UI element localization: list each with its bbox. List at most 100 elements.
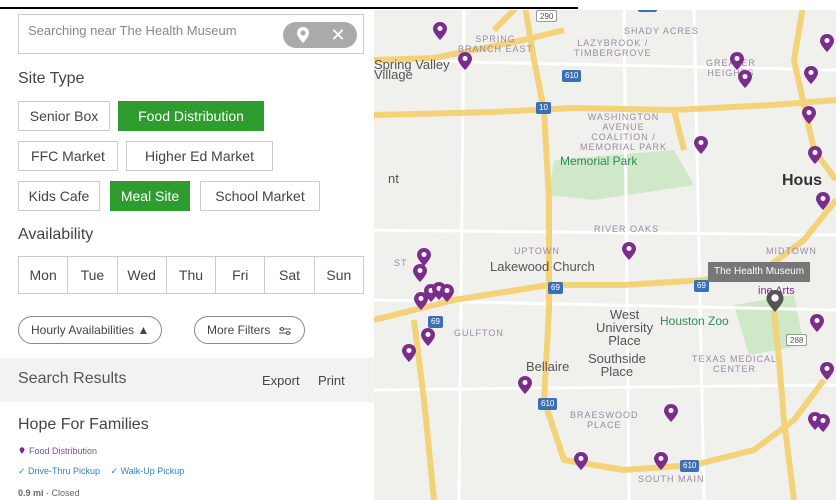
site-pin-icon[interactable] — [413, 264, 427, 282]
shield-10: 10 — [536, 102, 551, 114]
more-filters-button[interactable]: More Filters — [194, 316, 305, 344]
site-pin-icon[interactable] — [414, 292, 428, 310]
result-type-label: Food Distribution — [29, 446, 98, 456]
search-results-header: Search Results Export Print — [0, 358, 374, 402]
search-input[interactable] — [28, 23, 278, 38]
result-meta: 0.9 mi · Closed — [18, 488, 80, 498]
shield-610-southwest: 610 — [538, 398, 558, 410]
shield-288: 288 — [786, 334, 808, 346]
result-name[interactable]: Hope For Families — [18, 416, 149, 434]
map-label-spring-valley: Spring Valley Village — [374, 57, 450, 82]
chip-ffc-market[interactable]: FFC Market — [18, 141, 118, 171]
day-fri[interactable]: Fri — [216, 257, 266, 293]
chip-school-market[interactable]: School Market — [200, 181, 320, 211]
location-pin-icon[interactable] — [293, 25, 313, 45]
site-pin-icon[interactable] — [730, 52, 744, 70]
hourly-availabilities-button[interactable]: Hourly Availabilities ▲ — [18, 316, 163, 344]
chip-food-distribution[interactable]: Food Distribution — [118, 101, 264, 131]
map-label-lakewood: Lakewood Church — [490, 259, 595, 274]
site-pin-icon[interactable] — [518, 376, 532, 394]
map-label-uptown: UPTOWN — [514, 246, 560, 256]
site-pin-icon[interactable] — [802, 106, 816, 124]
shield-610-south: 610 — [680, 460, 700, 472]
map-label-lazybrook: LAZYBROOK / TIMBERGROVE — [574, 38, 652, 58]
map-label-spring-branch: SPRING BRANCH EAST — [458, 34, 534, 54]
chip-higher-ed-market[interactable]: Higher Ed Market — [126, 141, 273, 171]
sliders-icon — [278, 326, 291, 335]
result-distance: 0.9 mi — [18, 488, 44, 498]
site-pin-icon[interactable] — [738, 70, 752, 88]
map-label-st: ST — [394, 258, 408, 268]
map-label-nt: nt — [388, 171, 399, 186]
current-location-pin-icon[interactable] — [766, 290, 784, 312]
result-features: ✓ Drive-Thru Pickup ✓ Walk-Up Pickup — [18, 466, 184, 477]
shield-290: 290 — [536, 10, 558, 22]
shield-610-north: 610 — [562, 70, 582, 82]
chip-kids-cafe[interactable]: Kids Cafe — [18, 181, 100, 211]
site-pin-icon[interactable] — [622, 242, 636, 260]
site-pin-icon[interactable] — [820, 34, 834, 52]
site-type-title: Site Type — [18, 70, 85, 87]
day-selector: Mon Tue Wed Thu Fri Sat Sun — [18, 256, 364, 294]
site-pin-icon[interactable] — [810, 314, 824, 332]
map-label-washington: WASHINGTON AVENUE COALITION / MEMORIAL PARK — [580, 112, 668, 152]
feature-walk-up: ✓ Walk-Up Pickup — [110, 466, 185, 476]
location-pin-icon — [19, 447, 25, 454]
map-label-gulfton: GULFTON — [454, 328, 504, 338]
print-link[interactable]: Print — [318, 373, 345, 388]
day-tue[interactable]: Tue — [68, 257, 118, 293]
site-pin-icon[interactable] — [804, 66, 818, 84]
site-pin-icon[interactable] — [816, 192, 830, 210]
chip-senior-box[interactable]: Senior Box — [18, 101, 110, 131]
day-sun[interactable]: Sun — [315, 257, 363, 293]
shield-69-south: 69 — [428, 316, 443, 328]
map-label-river-oaks: RIVER OAKS — [594, 224, 660, 234]
result-type: Food Distribution — [18, 446, 97, 456]
map-label-medical-center: TEXAS MEDICAL CENTER — [692, 354, 778, 374]
day-wed[interactable]: Wed — [118, 257, 167, 293]
clear-search-icon[interactable]: ✕ — [329, 26, 347, 44]
map-label-bellaire: Bellaire — [526, 359, 570, 374]
more-filters-label: More Filters — [207, 323, 271, 337]
chip-meal-site[interactable]: Meal Site — [110, 181, 190, 211]
site-pin-icon[interactable] — [654, 452, 668, 470]
map-label-houston-zoo: Houston Zoo — [660, 314, 729, 328]
map-label-west-university: West University Place — [596, 307, 654, 348]
search-results-title: Search Results — [18, 370, 127, 387]
map-view[interactable]: SPRING BRANCH EAST LAZYBROOK / TIMBERGROVE… — [374, 0, 836, 500]
site-pin-icon[interactable] — [440, 284, 454, 302]
shield-69-west: 69 — [548, 282, 563, 294]
site-pin-icon[interactable] — [421, 328, 435, 346]
site-pin-icon[interactable] — [816, 414, 830, 432]
export-link[interactable]: Export — [262, 373, 300, 388]
site-pin-icon[interactable] — [694, 136, 708, 154]
site-pin-icon[interactable] — [574, 452, 588, 470]
filter-panel: ✕ Site Type Senior Box Food Distribution… — [0, 0, 374, 500]
search-box: ✕ — [18, 14, 364, 54]
site-pin-icon[interactable] — [458, 52, 472, 70]
day-thu[interactable]: Thu — [167, 257, 217, 293]
map-label-braeswood: BRAESWOOD PLACE — [570, 410, 639, 430]
site-pin-icon[interactable] — [808, 146, 822, 164]
map-label-midtown: MIDTOWN — [766, 246, 817, 256]
map-label-southside: Southside Place — [588, 351, 646, 379]
site-pin-icon[interactable] — [402, 344, 416, 362]
result-status: Closed — [51, 488, 80, 498]
availability-title: Availability — [18, 226, 94, 243]
search-pill: ✕ — [283, 22, 357, 48]
day-mon[interactable]: Mon — [19, 257, 69, 293]
map-label-south-main: SOUTH MAIN — [638, 474, 705, 484]
day-sat[interactable]: Sat — [265, 257, 315, 293]
map-label-houston: Hous — [782, 172, 822, 189]
feature-drive-thru: ✓ Drive-Thru Pickup — [18, 466, 101, 476]
shield-69-east: 69 — [694, 280, 709, 292]
hourly-availabilities-label: Hourly Availabilities ▲ — [31, 323, 150, 337]
map-label-shady-acres: SHADY ACRES — [624, 26, 699, 36]
site-pin-icon[interactable] — [664, 404, 678, 422]
map-label-memorial-park: Memorial Park — [560, 154, 638, 168]
top-clipped-heading — [0, 0, 836, 10]
site-pin-icon[interactable] — [820, 362, 834, 380]
site-pin-icon[interactable] — [433, 22, 447, 40]
health-museum-label: The Health Museum — [708, 262, 811, 282]
top-underline — [0, 7, 578, 9]
